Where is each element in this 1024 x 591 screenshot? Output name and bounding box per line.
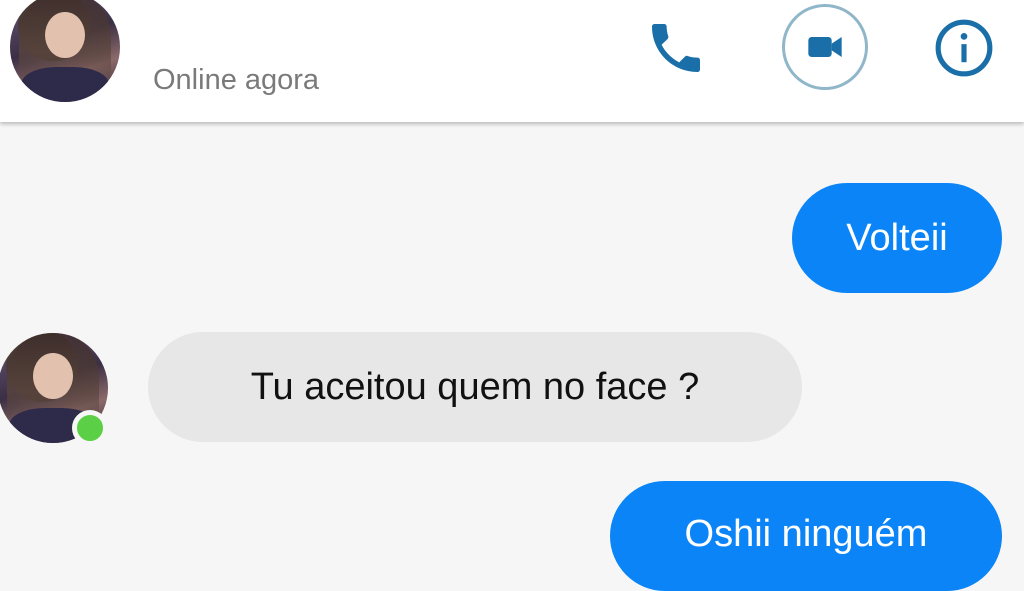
presence-status: Online agora <box>153 64 320 96</box>
message-bubble-outgoing[interactable]: Volteii <box>792 183 1002 293</box>
online-indicator <box>72 410 108 446</box>
info-icon <box>935 19 993 77</box>
info-button[interactable] <box>932 16 996 80</box>
video-call-button[interactable] <box>782 4 868 90</box>
video-camera-icon <box>808 37 842 57</box>
contact-avatar[interactable] <box>10 0 120 102</box>
message-bubble-outgoing[interactable]: Oshii ninguém <box>610 481 1002 591</box>
phone-icon <box>652 24 700 72</box>
chat-header: Online agora <box>0 0 1024 122</box>
message-bubble-incoming[interactable]: Tu aceitou quem no face ? <box>148 332 802 442</box>
call-button[interactable] <box>640 12 712 84</box>
